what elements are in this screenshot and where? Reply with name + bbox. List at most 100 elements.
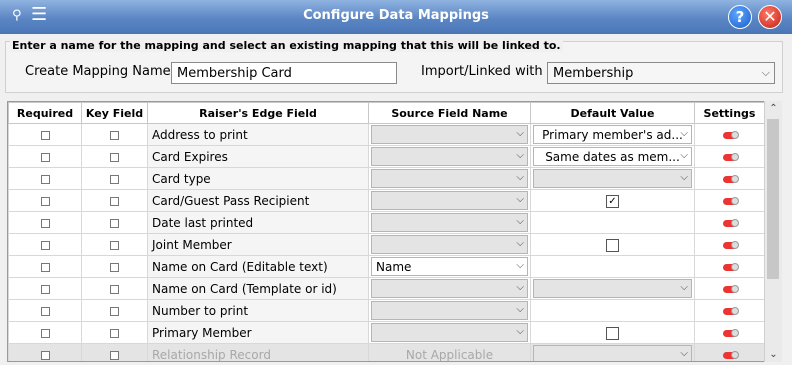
source-field-cell: ⌵ [368, 123, 531, 146]
source-field-select[interactable]: ⌵ [371, 301, 528, 320]
mapping-table: Required Key Field Raiser's Edge Field S… [8, 102, 765, 361]
source-field-cell: ⌵ [368, 277, 531, 300]
source-field-select[interactable]: ⌵ [371, 235, 528, 254]
header-key-field[interactable]: Key Field [81, 102, 148, 124]
key-field-checkbox[interactable] [110, 130, 119, 140]
key-field-checkbox[interactable] [110, 152, 119, 162]
header-re-field[interactable]: Raiser's Edge Field [147, 102, 369, 124]
default-value-cell: ⌵ [530, 167, 695, 190]
table-row: Joint Member ⌵ [8, 233, 765, 256]
default-value-checkbox[interactable] [606, 238, 619, 252]
scrollbar-thumb[interactable] [767, 119, 779, 279]
source-field-select[interactable]: ⌵ [371, 213, 528, 232]
settings-toggle-icon[interactable] [722, 284, 739, 293]
scroll-down-icon[interactable]: ⌄ [765, 349, 782, 360]
settings-toggle-icon[interactable] [722, 306, 739, 315]
mapping-name-label: Create Mapping Name [25, 64, 171, 79]
re-field-cell: Card Expires [147, 145, 369, 168]
re-field-cell: Primary Member [147, 321, 369, 344]
required-checkbox[interactable] [40, 196, 50, 206]
required-checkbox[interactable] [40, 152, 50, 162]
default-value-cell: Same dates as mem... ⌵ [530, 145, 695, 168]
settings-toggle-icon[interactable] [722, 152, 739, 161]
required-checkbox[interactable] [40, 306, 50, 316]
linked-with-select[interactable]: Membership ⌵ [547, 62, 775, 84]
chevron-down-icon: ⌵ [680, 128, 688, 139]
source-field-cell: Name ⌵ [368, 255, 531, 278]
settings-toggle-icon[interactable] [722, 196, 739, 205]
default-value-select[interactable]: Primary member's ad... ⌵ [533, 125, 692, 144]
source-field-select[interactable]: ⌵ [371, 125, 528, 144]
settings-toggle-icon[interactable] [722, 240, 739, 249]
default-value-select[interactable]: Same dates as mem... ⌵ [533, 147, 692, 166]
default-value-checkbox[interactable]: ✓ [606, 194, 619, 208]
key-field-checkbox[interactable] [110, 262, 119, 272]
required-checkbox[interactable] [40, 174, 50, 184]
table-header-row: Required Key Field Raiser's Edge Field S… [8, 102, 765, 124]
settings-toggle-icon[interactable] [722, 328, 739, 337]
required-checkbox[interactable] [40, 328, 50, 338]
key-field-checkbox[interactable] [110, 196, 119, 206]
table-row: Primary Member ⌵ [8, 321, 765, 344]
table-row: Name on Card (Editable text) Name ⌵ [8, 255, 765, 278]
settings-toggle-icon[interactable] [722, 350, 739, 359]
source-field-cell: ⌵ [368, 189, 531, 212]
key-field-checkbox[interactable] [110, 284, 119, 294]
help-button[interactable]: ? [728, 5, 752, 29]
required-checkbox[interactable] [40, 218, 50, 228]
settings-toggle-icon[interactable] [722, 174, 739, 183]
vertical-scrollbar[interactable]: ⌃ ⌄ [764, 101, 782, 362]
header-settings[interactable]: Settings [694, 102, 765, 124]
source-field-cell: ⌵ [368, 321, 531, 344]
re-field-cell: Name on Card (Template or id) [147, 277, 369, 300]
table-row: Date last printed ⌵ [8, 211, 765, 234]
required-checkbox[interactable] [40, 240, 50, 250]
key-field-checkbox[interactable] [110, 174, 119, 184]
key-field-checkbox[interactable] [110, 306, 119, 316]
chevron-down-icon: ⌵ [680, 282, 688, 293]
header-source-field[interactable]: Source Field Name [368, 102, 531, 124]
required-cell [8, 277, 82, 300]
required-checkbox[interactable] [40, 350, 50, 360]
source-field-select[interactable]: ⌵ [371, 147, 528, 166]
key-field-checkbox[interactable] [110, 328, 119, 338]
settings-toggle-icon[interactable] [722, 130, 739, 139]
source-field-select[interactable]: Name ⌵ [371, 257, 528, 276]
close-button[interactable]: ✕ [758, 5, 782, 29]
re-field-cell: Joint Member [147, 233, 369, 256]
header-default-value[interactable]: Default Value [530, 102, 695, 124]
source-field-select[interactable]: ⌵ [371, 169, 528, 188]
header-required[interactable]: Required [8, 102, 82, 124]
re-field-cell: Relationship Record [147, 343, 369, 361]
source-field-cell: Not Applicable [368, 343, 531, 361]
required-cell [8, 123, 82, 146]
default-value-select[interactable]: ⌵ [533, 279, 692, 298]
scroll-up-icon[interactable]: ⌃ [765, 103, 782, 114]
linked-with-value: Membership [553, 66, 634, 81]
required-checkbox[interactable] [40, 262, 50, 272]
source-field-select[interactable]: ⌵ [371, 191, 528, 210]
settings-cell [694, 299, 765, 322]
source-field-select[interactable]: ⌵ [371, 323, 528, 342]
chevron-down-icon: ⌵ [516, 172, 524, 183]
mapping-name-input[interactable] [171, 62, 397, 84]
key-field-checkbox[interactable] [110, 240, 119, 250]
default-value-select[interactable]: ⌵ [533, 169, 692, 188]
required-cell [8, 189, 82, 212]
default-value-text: Primary member's ad... [542, 128, 683, 142]
table-row: Number to print ⌵ [8, 299, 765, 322]
default-value-select[interactable]: ⌵ [533, 345, 692, 361]
required-checkbox[interactable] [40, 284, 50, 294]
source-field-select[interactable]: ⌵ [371, 279, 528, 298]
key-field-checkbox[interactable] [110, 350, 119, 360]
default-value-checkbox[interactable] [606, 326, 619, 340]
settings-toggle-icon[interactable] [722, 262, 739, 271]
default-value-cell: ⌵ [530, 277, 695, 300]
re-field-cell: Name on Card (Editable text) [147, 255, 369, 278]
required-checkbox[interactable] [40, 130, 50, 140]
default-value-cell [530, 299, 695, 322]
default-value-cell [530, 321, 695, 344]
settings-toggle-icon[interactable] [722, 218, 739, 227]
key-field-checkbox[interactable] [110, 218, 119, 228]
key-field-cell [81, 145, 148, 168]
